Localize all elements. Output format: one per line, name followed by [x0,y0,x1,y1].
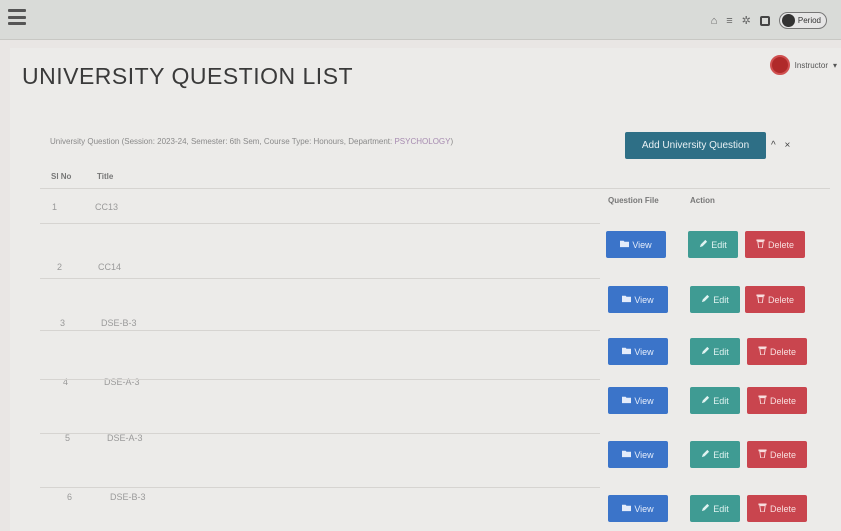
row-sl-no: 2 [57,262,63,272]
folder-icon [622,395,632,406]
view-button[interactable]: View [606,231,666,258]
edit-button[interactable]: Edit [690,387,740,414]
trash-icon [756,294,765,305]
view-button[interactable]: View [608,286,668,313]
edit-button[interactable]: Edit [690,495,740,522]
edit-button[interactable]: Edit [690,286,740,313]
row-sl-no: 1 [52,202,58,212]
row-divider [40,278,600,279]
top-icons: ⌂ ≡ ✲ Period [711,12,827,29]
pencil-icon [701,395,710,406]
view-button[interactable]: View [608,441,668,468]
edit-label: Edit [713,294,729,305]
pencil-icon [701,449,710,460]
header-title: Title [97,172,114,181]
edit-label: Edit [713,346,729,357]
header-question-file: Question File [608,196,659,205]
user-name: Instructor [794,60,828,70]
add-university-question-button[interactable]: Add University Question [625,132,766,159]
delete-label: Delete [769,346,796,357]
row-sl-no: 5 [65,433,71,443]
delete-label: Delete [769,395,796,406]
view-button[interactable]: View [608,387,668,414]
profile-chip-icon [781,14,795,27]
collapse-close-icons[interactable]: ^ × [771,140,793,151]
delete-button[interactable]: Delete [747,387,807,414]
edit-button[interactable]: Edit [690,441,740,468]
view-label: View [634,503,654,514]
edit-label: Edit [713,449,729,460]
view-label: View [634,395,654,406]
edit-label: Edit [711,239,727,250]
folder-icon [622,294,632,305]
edit-button[interactable]: Edit [688,231,738,258]
row-title: CC13 [95,202,119,212]
chevron-down-icon: ▾ [832,60,837,70]
trash-icon [756,239,765,250]
user-menu[interactable]: Instructor ▾ [769,55,837,75]
row-title: DSE-B-3 [110,492,146,502]
row-sl-no: 3 [60,318,66,328]
row-divider [40,330,600,331]
delete-button[interactable]: Delete [745,286,805,313]
delete-label: Delete [769,503,796,514]
delete-button[interactable]: Delete [745,231,805,258]
department-name: PSYCHOLOGY [394,137,451,146]
row-title: DSE-B-3 [101,318,137,328]
delete-button[interactable]: Delete [747,338,807,365]
filter-info-prefix: University Question (Session: 2023-24, S… [50,137,395,146]
pencil-icon [701,346,710,357]
row-divider [40,379,600,380]
delete-label: Delete [767,294,794,305]
trash-icon [758,449,767,460]
avatar [769,55,790,75]
delete-label: Delete [767,239,794,250]
row-title: CC14 [98,262,122,272]
page-title: UNIVERSITY QUESTION LIST [22,63,354,89]
grid-icon[interactable]: ≡ [726,14,732,28]
view-label: View [632,239,652,250]
row-divider [40,223,600,224]
menu-icon[interactable] [8,9,26,25]
delete-button[interactable]: Delete [747,495,807,522]
filter-info: University Question (Session: 2023-24, S… [50,137,453,146]
header-sl-no: Sl No [51,172,72,181]
trash-icon [758,503,767,514]
folder-icon [622,346,632,357]
home-icon[interactable]: ⌂ [711,14,718,28]
trash-icon [758,346,767,357]
view-label: View [634,294,654,305]
edit-label: Edit [713,503,729,514]
row-sl-no: 6 [67,492,73,502]
row-divider [40,433,600,434]
view-label: View [634,346,654,357]
header-divider [40,188,830,189]
header-action: Action [690,196,715,205]
pencil-icon [701,294,710,305]
delete-label: Delete [769,449,796,460]
view-button[interactable]: View [608,338,668,365]
edit-label: Edit [713,395,729,406]
profile-chip[interactable]: Period [778,12,827,29]
filter-info-suffix: ) [450,137,454,146]
folder-icon [620,239,630,250]
folder-icon [622,503,632,514]
delete-button[interactable]: Delete [747,441,807,468]
edit-button[interactable]: Edit [690,338,740,365]
row-divider [40,487,600,488]
top-navbar: ⌂ ≡ ✲ Period [0,0,841,40]
gear-icon[interactable]: ✲ [742,14,751,28]
profile-chip-label: Period [797,16,821,25]
trash-icon [758,395,767,406]
square-icon[interactable] [759,15,770,26]
pencil-icon [701,503,710,514]
folder-icon [622,449,632,460]
row-title: DSE-A-3 [107,433,143,443]
view-label: View [634,449,654,460]
view-button[interactable]: View [608,495,668,522]
pencil-icon [699,239,708,250]
